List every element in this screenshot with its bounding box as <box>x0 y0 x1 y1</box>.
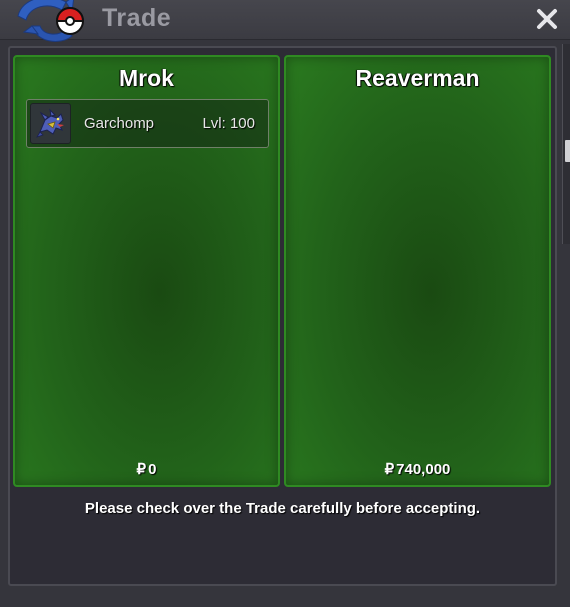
trade-panel-right: Reaverman ₽740,000 <box>284 55 551 487</box>
edge-tab <box>565 140 570 162</box>
trade-notice: Please check over the Trade carefully be… <box>84 500 481 517</box>
left-money-amount: 0 <box>148 461 157 478</box>
window-title: Trade <box>102 4 172 32</box>
right-money-amount: 740,000 <box>396 461 451 478</box>
left-player-name: Mrok <box>119 65 174 91</box>
pokeball-logo-icon <box>17 0 85 42</box>
pokemon-level: Lvl: 100 <box>202 115 255 132</box>
pokedollar-icon: ₽ <box>384 461 395 478</box>
background-window-edge <box>562 44 570 244</box>
right-player-name: Reaverman <box>355 65 480 91</box>
garchomp-sprite-icon <box>30 103 71 144</box>
trade-window: Trade Mrok Garchomp Lvl: 100 ₽ 0 Reaverm… <box>0 0 570 607</box>
close-icon[interactable] <box>532 4 562 34</box>
pokedollar-icon: ₽ <box>136 461 147 478</box>
pokemon-name: Garchomp <box>84 115 155 132</box>
title-bar[interactable]: Trade <box>0 0 570 42</box>
right-money: ₽740,000 <box>286 460 549 478</box>
trade-panel-left: Mrok Garchomp Lvl: 100 ₽0 <box>13 55 280 487</box>
offered-pokemon-row[interactable]: Garchomp Lvl: 100 <box>26 99 269 148</box>
left-money: ₽0 <box>15 460 278 478</box>
